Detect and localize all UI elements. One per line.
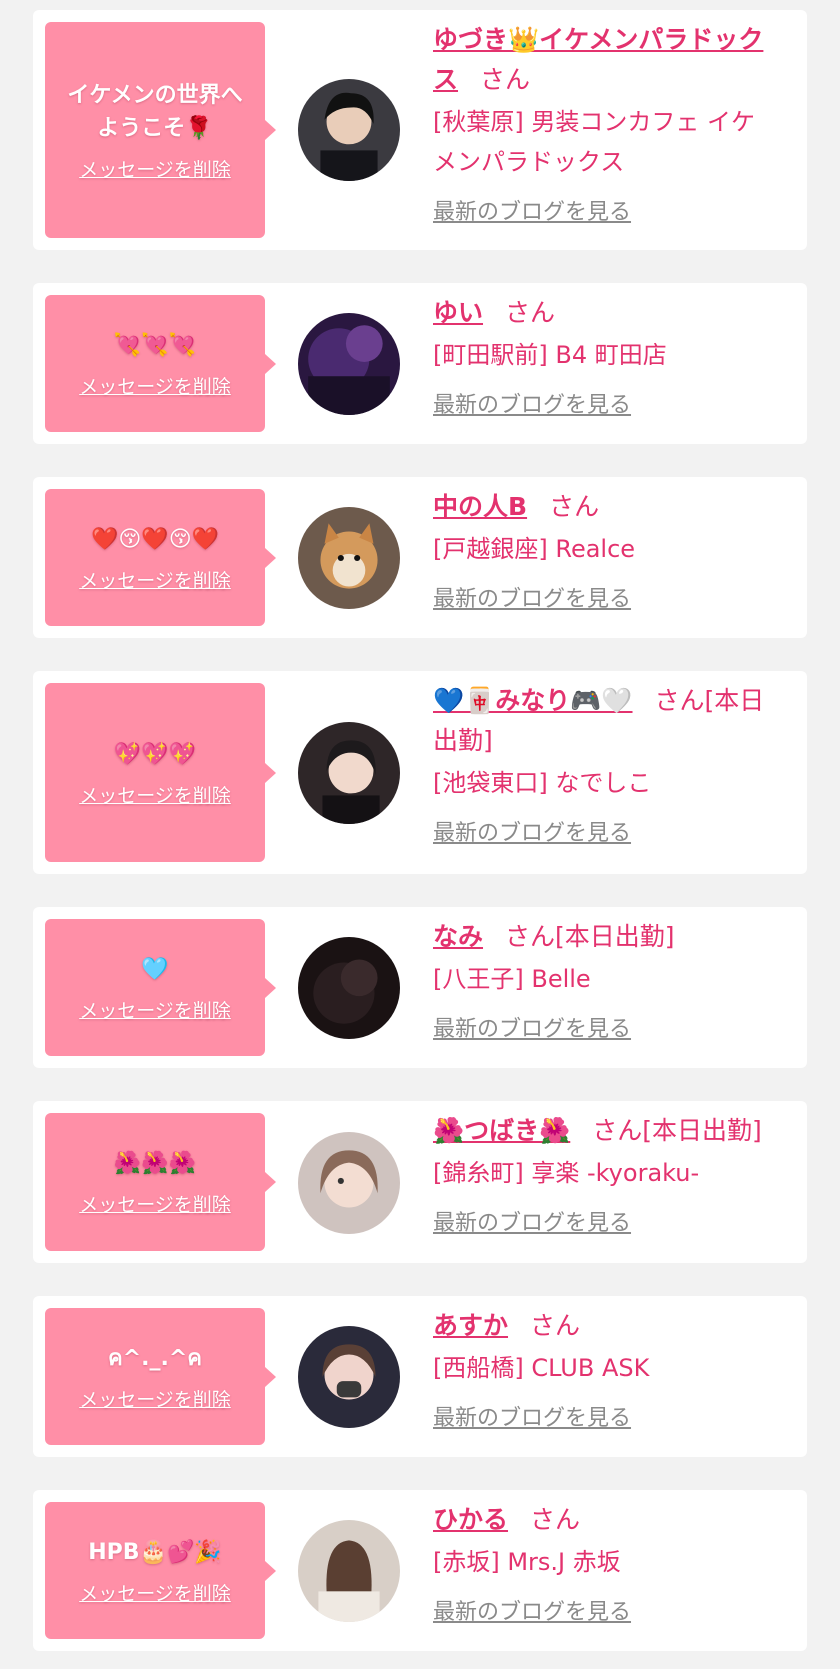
shop-label: [錦糸町] 享楽 -kyoraku- (433, 1159, 700, 1187)
latest-blog-link[interactable]: 最新のブログを見る (433, 1594, 631, 1626)
delete-message-link[interactable]: メッセージを削除 (79, 781, 231, 808)
message-bubble: 💘💘💘 メッセージを削除 (45, 295, 276, 432)
message-text: 💘💘💘 (113, 332, 197, 358)
latest-blog-link[interactable]: 最新のブログを見る (433, 581, 631, 613)
shop-label: [町田駅前] B4 町田店 (433, 341, 667, 369)
item-info: 🌺つばき🌺 さん[本日出勤] [錦糸町] 享楽 -kyoraku- 最新のブログを… (433, 1111, 778, 1237)
list-item: 🩵 メッセージを削除 なみ さん[本日出勤] [八王子] Belle 最新のブログ… (33, 907, 807, 1068)
avatar[interactable] (298, 507, 400, 609)
status-suffix: [本日出勤] (642, 1116, 762, 1145)
delete-message-link[interactable]: メッセージを削除 (79, 1190, 231, 1217)
list-item: イケメンの世界へ ようこそ🌹 メッセージを削除 ゆづき👑イケメンパラドックス さん… (33, 10, 807, 250)
honorific: さん (530, 1505, 581, 1534)
delete-message-link[interactable]: メッセージを削除 (79, 996, 231, 1023)
message-bubble: 💖💖💖 メッセージを削除 (45, 683, 276, 862)
shop-label: [西船橋] CLUB ASK (433, 1354, 650, 1382)
list-item: 💖💖💖 メッセージを削除 💙🀄みなり🎮🤍 さん[本日出勤] [池袋東口] なでしこ… (33, 671, 807, 874)
delete-message-link[interactable]: メッセージを削除 (79, 1385, 231, 1412)
message-bubble: HPB🎂💕🎉 メッセージを削除 (45, 1502, 276, 1639)
message-text: HPB🎂💕🎉 (88, 1539, 222, 1565)
user-name-link[interactable]: 中の人B (433, 492, 527, 521)
item-info: あすか さん [西船橋] CLUB ASK 最新のブログを見る (433, 1306, 778, 1432)
shop-label: [戸越銀座] Realce (433, 535, 636, 563)
shop-label: [秋葉原] 男装コンカフェ イケメンパラドックス (433, 108, 755, 176)
message-text: 🌺🌺🌺 (113, 1151, 197, 1176)
message-text: 💖💖💖 (113, 741, 197, 767)
message-bubble: 🌺🌺🌺 メッセージを削除 (45, 1113, 276, 1251)
item-info: ゆづき👑イケメンパラドックス さん [秋葉原] 男装コンカフェ イケメンパラドック… (433, 20, 778, 226)
message-bubble: 🩵 メッセージを削除 (45, 919, 276, 1056)
delete-message-link[interactable]: メッセージを削除 (79, 1579, 231, 1606)
delete-message-link[interactable]: メッセージを削除 (79, 372, 231, 399)
honorific: さん (505, 298, 556, 327)
latest-blog-link[interactable]: 最新のブログを見る (433, 387, 631, 419)
item-info: 💙🀄みなり🎮🤍 さん[本日出勤] [池袋東口] なでしこ 最新のブログを見る (433, 681, 778, 847)
status-suffix: [本日出勤] (555, 922, 675, 951)
shop-label: [八王子] Belle (433, 965, 591, 993)
avatar[interactable] (298, 722, 400, 824)
message-text: ようこそ🌹 (97, 115, 213, 141)
message-text: ❤️😚❤️😚❤️ (90, 526, 220, 552)
message-text: 🩵 (141, 956, 169, 982)
delete-message-link[interactable]: メッセージを削除 (79, 155, 231, 182)
list-item: ❤️😚❤️😚❤️ メッセージを削除 中の人B さん [戸越銀座] Realce 最… (33, 477, 807, 638)
avatar[interactable] (298, 1132, 400, 1234)
user-name-link[interactable]: 💙🀄みなり🎮🤍 (433, 686, 633, 715)
message-text: イケメンの世界へ (67, 82, 243, 108)
avatar[interactable] (298, 313, 400, 415)
message-list: イケメンの世界へ ようこそ🌹 メッセージを削除 ゆづき👑イケメンパラドックス さん… (0, 0, 840, 1669)
avatar[interactable] (298, 79, 400, 181)
honorific: さん (549, 492, 600, 521)
avatar[interactable] (298, 937, 400, 1039)
list-item: ค^._.^ค メッセージを削除 あすか さん [西船橋] CLUB ASK 最新… (33, 1296, 807, 1457)
list-item: 🌺🌺🌺 メッセージを削除 🌺つばき🌺 さん[本日出勤] [錦糸町] 享楽 -kyo… (33, 1101, 807, 1263)
user-name-link[interactable]: ゆい (433, 298, 483, 327)
honorific: さん (592, 1116, 643, 1145)
avatar[interactable] (298, 1520, 400, 1622)
honorific: さん (654, 686, 705, 715)
message-bubble: ค^._.^ค メッセージを削除 (45, 1308, 276, 1445)
latest-blog-link[interactable]: 最新のブログを見る (433, 194, 631, 226)
list-item: HPB🎂💕🎉 メッセージを削除 ひかる さん [赤坂] Mrs.J 赤坂 最新のブ… (33, 1490, 807, 1651)
latest-blog-link[interactable]: 最新のブログを見る (433, 1400, 631, 1432)
latest-blog-link[interactable]: 最新のブログを見る (433, 1011, 631, 1043)
shop-label: [赤坂] Mrs.J 赤坂 (433, 1548, 621, 1576)
user-name-link[interactable]: あすか (433, 1311, 508, 1340)
avatar[interactable] (298, 1326, 400, 1428)
item-info: なみ さん[本日出勤] [八王子] Belle 最新のブログを見る (433, 917, 778, 1043)
message-bubble: ❤️😚❤️😚❤️ メッセージを削除 (45, 489, 276, 626)
message-bubble: イケメンの世界へ ようこそ🌹 メッセージを削除 (45, 22, 276, 238)
honorific: さん (530, 1311, 581, 1340)
user-name-link[interactable]: 🌺つばき🌺 (433, 1116, 570, 1145)
shop-label: [池袋東口] なでしこ (433, 769, 652, 797)
user-name-link[interactable]: ひかる (433, 1505, 508, 1534)
user-name-link[interactable]: なみ (433, 922, 483, 951)
honorific: さん (505, 922, 556, 951)
item-info: ひかる さん [赤坂] Mrs.J 赤坂 最新のブログを見る (433, 1500, 778, 1626)
item-info: 中の人B さん [戸越銀座] Realce 最新のブログを見る (433, 487, 778, 613)
honorific: さん (480, 65, 531, 94)
message-text: ค^._.^ค (107, 1345, 202, 1371)
item-info: ゆい さん [町田駅前] B4 町田店 最新のブログを見る (433, 293, 778, 419)
list-item: 💘💘💘 メッセージを削除 ゆい さん [町田駅前] B4 町田店 最新のブログを見… (33, 283, 807, 444)
latest-blog-link[interactable]: 最新のブログを見る (433, 815, 631, 847)
latest-blog-link[interactable]: 最新のブログを見る (433, 1205, 631, 1237)
delete-message-link[interactable]: メッセージを削除 (79, 566, 231, 593)
